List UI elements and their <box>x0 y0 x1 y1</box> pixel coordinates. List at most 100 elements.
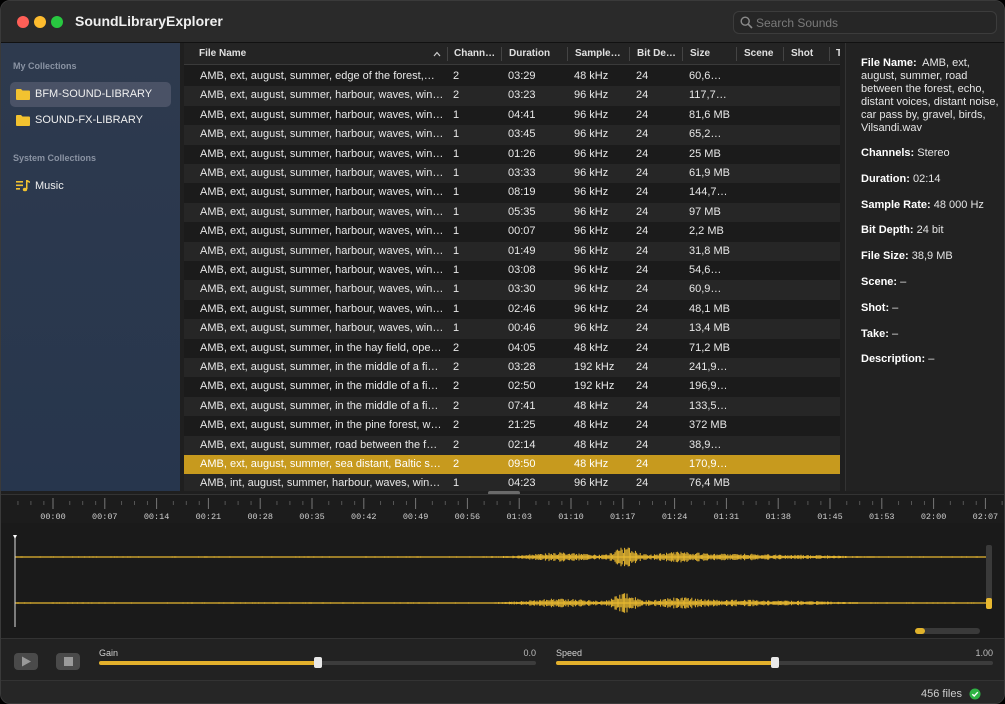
cell-size: 25 MB <box>689 147 721 160</box>
play-button[interactable] <box>14 653 38 670</box>
cell-channels: 1 <box>453 264 460 276</box>
detail-value: – <box>891 328 899 340</box>
detail-label: Channels: <box>861 147 915 159</box>
table-row[interactable]: AMB, int, august, summer, harbour, waves… <box>184 474 840 491</box>
cell-duration: 03:23 <box>508 89 536 102</box>
stop-button[interactable] <box>56 653 80 670</box>
table-row[interactable]: AMB, ext, august, summer, harbour, waves… <box>184 202 840 223</box>
detail-description: Description: – <box>861 353 1001 366</box>
title-bar: SoundLibraryExplorer <box>1 1 1004 43</box>
speed-slider-knob[interactable] <box>770 657 779 668</box>
app-title: SoundLibraryExplorer <box>75 13 223 29</box>
cell-size: 117,7… <box>689 89 727 102</box>
folder-icon <box>16 115 30 126</box>
table-row[interactable]: AMB, ext, august, summer, sea distant, B… <box>184 455 840 475</box>
detail-value: – <box>928 353 935 365</box>
table-row[interactable]: AMB, ext, august, summer, harbour, waves… <box>184 106 840 125</box>
column-divider[interactable] <box>629 47 630 61</box>
search-input[interactable] <box>756 14 991 31</box>
sidebar-item-bfm-sound-library[interactable]: BFM-SOUND-LIBRARY <box>10 82 171 107</box>
table-row[interactable]: AMB, ext, august, summer, harbour, waves… <box>184 261 840 280</box>
cell-sample-rate: 96 kHz <box>574 128 609 141</box>
detail-value: 38,9 MB <box>911 250 953 262</box>
column-divider[interactable] <box>567 47 568 61</box>
time-tick-label: 00:42 <box>351 512 377 522</box>
waveform-view[interactable]: 00:00 00:07 00:14 00:21 00:28 00:35 00:42 00:49… <box>1 494 1005 639</box>
cell-channels: 2 <box>453 419 460 432</box>
waveform-display[interactable]: 00:00 00:07 00:14 00:21 00:28 00:35 00:42 00:49… <box>1 495 1005 639</box>
table-row[interactable]: AMB, ext, august, summer, edge of the fo… <box>184 67 840 86</box>
table-row[interactable]: AMB, ext, august, summer, harbour, waves… <box>184 241 840 261</box>
cell-bit-depth: 24 <box>636 458 649 470</box>
cell-file-name: AMB, int, august, summer, harbour, waves… <box>200 477 441 490</box>
gain-slider[interactable] <box>99 657 536 668</box>
column-divider[interactable] <box>447 47 448 61</box>
table-row[interactable]: AMB, ext, august, summer, in the pine fo… <box>184 416 840 435</box>
table-row[interactable]: AMB, ext, august, summer, harbour, waves… <box>184 319 840 339</box>
cell-duration: 01:49 <box>508 244 536 257</box>
speed-value: 1.00 <box>975 648 993 658</box>
cell-channels: 2 <box>453 399 460 412</box>
column-divider[interactable] <box>829 47 830 61</box>
column-header-shot[interactable]: Shot <box>791 48 827 59</box>
cell-size: 31,8 MB <box>689 244 730 257</box>
table-row[interactable]: AMB, ext, august, summer, harbour, waves… <box>184 222 840 241</box>
column-header-sample-rate[interactable]: Sample… <box>575 48 625 59</box>
table-row[interactable]: AMB, ext, august, summer, in the middle … <box>184 358 840 378</box>
sidebar-item-sound-fx-library[interactable]: SOUND-FX-LIBRARY <box>10 108 171 133</box>
column-divider[interactable] <box>501 47 502 61</box>
close-window-button[interactable] <box>17 16 29 28</box>
table-row[interactable]: AMB, ext, august, summer, in the hay fie… <box>184 339 840 358</box>
column-header-size[interactable]: Size <box>690 48 730 59</box>
column-divider[interactable] <box>736 47 737 61</box>
search-field[interactable] <box>733 11 997 34</box>
file-details-panel: File Name: AMB, ext, august, summer, roa… <box>845 43 1004 491</box>
table-row[interactable]: AMB, ext, august, summer, harbour, waves… <box>184 164 840 184</box>
detail-file-name: File Name: AMB, ext, august, summer, roa… <box>861 57 1001 135</box>
table-header: File Name Chann… Duration Sample… Bit De… <box>184 43 840 65</box>
waveform-scrollbar-thumb[interactable] <box>915 628 925 634</box>
table-row[interactable]: AMB, ext, august, summer, road between t… <box>184 435 840 455</box>
table-row[interactable]: AMB, ext, august, summer, harbour, waves… <box>184 145 840 164</box>
speed-slider-fill <box>556 661 775 665</box>
cell-file-name: AMB, ext, august, summer, harbour, waves… <box>200 89 444 102</box>
table-row[interactable]: AMB, ext, august, summer, in the middle … <box>184 396 840 417</box>
table-row[interactable]: AMB, ext, august, summer, in the middle … <box>184 377 840 396</box>
maximize-window-button[interactable] <box>51 16 63 28</box>
detail-bit-depth: Bit Depth: 24 bit <box>861 224 1001 237</box>
cell-channels: 2 <box>453 341 460 354</box>
column-header-bit-depth[interactable]: Bit De… <box>637 48 679 59</box>
cell-bit-depth: 24 <box>636 380 649 393</box>
table-row[interactable]: AMB, ext, august, summer, harbour, waves… <box>184 86 840 106</box>
time-tick-label: 02:00 <box>921 512 947 522</box>
speed-slider[interactable] <box>556 657 993 668</box>
column-header-file-name[interactable]: File Name <box>199 48 429 59</box>
time-tick-label: 00:00 <box>40 512 66 522</box>
sidebar: My Collections BFM-SOUND-LIBRARY SOUND-F… <box>1 43 180 491</box>
column-header-duration[interactable]: Duration <box>509 48 565 59</box>
time-tick-label: 00:56 <box>455 512 481 522</box>
column-header-channels[interactable]: Chann… <box>454 48 496 59</box>
gain-slider-knob[interactable] <box>313 657 322 668</box>
table-row[interactable]: AMB, ext, august, summer, harbour, waves… <box>184 300 840 319</box>
cell-bit-depth: 24 <box>636 89 649 102</box>
time-tick-label: 00:35 <box>299 512 325 522</box>
waveform-scrollbar[interactable] <box>915 628 980 634</box>
playhead-marker[interactable] <box>13 535 17 539</box>
cell-sample-rate: 96 kHz <box>574 167 609 179</box>
table-row[interactable]: AMB, ext, august, summer, harbour, waves… <box>184 280 840 300</box>
detail-label: File Name: <box>861 57 917 69</box>
table-row[interactable]: AMB, ext, august, summer, harbour, waves… <box>184 125 840 145</box>
cell-file-name: AMB, ext, august, summer, road between t… <box>200 438 438 451</box>
table-row[interactable]: AMB, ext, august, summer, harbour, waves… <box>184 183 840 202</box>
column-divider[interactable] <box>783 47 784 61</box>
minimize-window-button[interactable] <box>34 16 46 28</box>
sidebar-item-music[interactable]: Music <box>10 174 171 199</box>
file-table: File Name Chann… Duration Sample… Bit De… <box>184 43 840 491</box>
column-header-take[interactable]: T <box>836 48 840 59</box>
detail-channels: Channels: Stereo <box>861 147 1001 160</box>
column-divider[interactable] <box>682 47 683 61</box>
sidebar-item-label: BFM-SOUND-LIBRARY <box>35 88 153 100</box>
cell-bit-depth: 24 <box>636 302 649 315</box>
column-header-scene[interactable]: Scene <box>744 48 780 59</box>
